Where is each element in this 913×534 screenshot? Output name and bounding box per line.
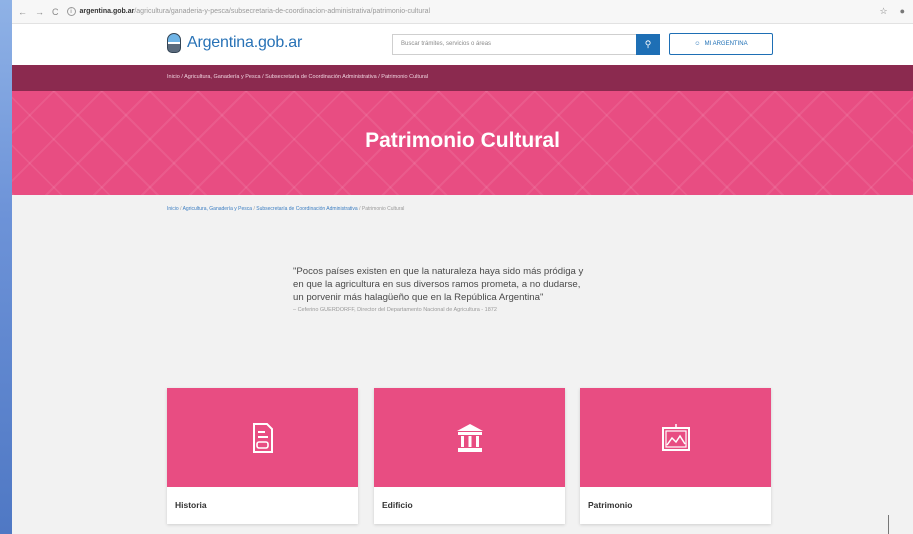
profile-icon[interactable]: ● xyxy=(900,6,905,17)
card-patrimonio[interactable]: Patrimonio xyxy=(580,388,771,524)
site-info-icon[interactable]: i xyxy=(66,7,76,16)
quote-line: "Pocos países existen en que la naturale… xyxy=(293,266,584,277)
search-icon: ⚲ xyxy=(644,39,652,49)
top-breadcrumb-bar: Inicio / Agricultura, Ganadería y Pesca … xyxy=(12,65,913,91)
card-label: Edificio xyxy=(382,500,413,510)
quote-author: – Ceferino GUERDORFF, Director del Depar… xyxy=(293,307,497,313)
browser-window: ← → C i argentina.gob.ar/agricultura/gan… xyxy=(12,0,913,534)
site-logo[interactable]: Argentina.gob.ar xyxy=(167,33,302,53)
breadcrumb-link-agricultura[interactable]: Agricultura, Ganadería y Pesca xyxy=(183,206,252,212)
quote-line: en que la agricultura en sus diversos ra… xyxy=(293,279,581,290)
browser-toolbar: ← → C i argentina.gob.ar/agricultura/gan… xyxy=(12,0,913,24)
card-historia[interactable]: Historia xyxy=(167,388,358,524)
card-label: Historia xyxy=(175,500,207,510)
back-icon[interactable]: ← xyxy=(18,7,27,17)
quote-block: "Pocos países existen en que la naturale… xyxy=(293,265,653,313)
reload-icon[interactable]: C xyxy=(52,7,59,17)
url-host: argentina.gob.ar xyxy=(79,8,135,15)
browser-actions: ☆ ● xyxy=(879,6,905,17)
search-button[interactable]: ⚲ xyxy=(636,34,660,55)
mi-argentina-button[interactable]: ☺ MI ARGENTINA xyxy=(669,33,773,55)
breadcrumb-current: Patrimonio Cultural xyxy=(361,206,405,212)
mi-argentina-label: MI ARGENTINA xyxy=(704,41,748,47)
breadcrumb-link-inicio[interactable]: Inicio xyxy=(167,206,179,212)
hero-banner: Patrimonio Cultural xyxy=(12,91,913,195)
forward-icon[interactable]: → xyxy=(35,7,44,17)
browser-nav: ← → C xyxy=(12,7,59,17)
building-icon xyxy=(456,423,483,452)
scroll-indicator xyxy=(888,515,889,534)
address-bar[interactable]: argentina.gob.ar/agricultura/ganaderia-y… xyxy=(80,8,431,15)
card-edificio[interactable]: Edificio xyxy=(374,388,565,524)
card-image xyxy=(580,388,771,487)
star-icon[interactable]: ☆ xyxy=(879,6,887,17)
card-label: Patrimonio xyxy=(588,500,633,510)
user-icon: ☺ xyxy=(694,41,701,47)
coat-of-arms-icon xyxy=(167,33,181,53)
breadcrumb: Inicio / Agricultura, Ganadería y Pesca … xyxy=(167,206,405,212)
quote-line: un porvenir más halagüeño que en la Repú… xyxy=(293,292,544,303)
url-path: /agricultura/ganaderia-y-pesca/subsecret… xyxy=(134,8,431,15)
page-title: Patrimonio Cultural xyxy=(365,129,560,152)
site-header: Argentina.gob.ar Buscar trámites, servic… xyxy=(12,24,913,65)
card-image xyxy=(167,388,358,487)
card-image xyxy=(374,388,565,487)
logo-text: Argentina.gob.ar xyxy=(187,34,303,51)
picture-frame-icon xyxy=(661,423,690,451)
top-breadcrumb[interactable]: Inicio / Agricultura, Ganadería y Pesca … xyxy=(167,74,428,80)
document-icon xyxy=(252,422,273,453)
search-input[interactable]: Buscar trámites, servicios o áreas xyxy=(392,34,636,55)
breadcrumb-link-subsecretaria[interactable]: Subsecretaría de Coordinación Administra… xyxy=(256,206,357,212)
